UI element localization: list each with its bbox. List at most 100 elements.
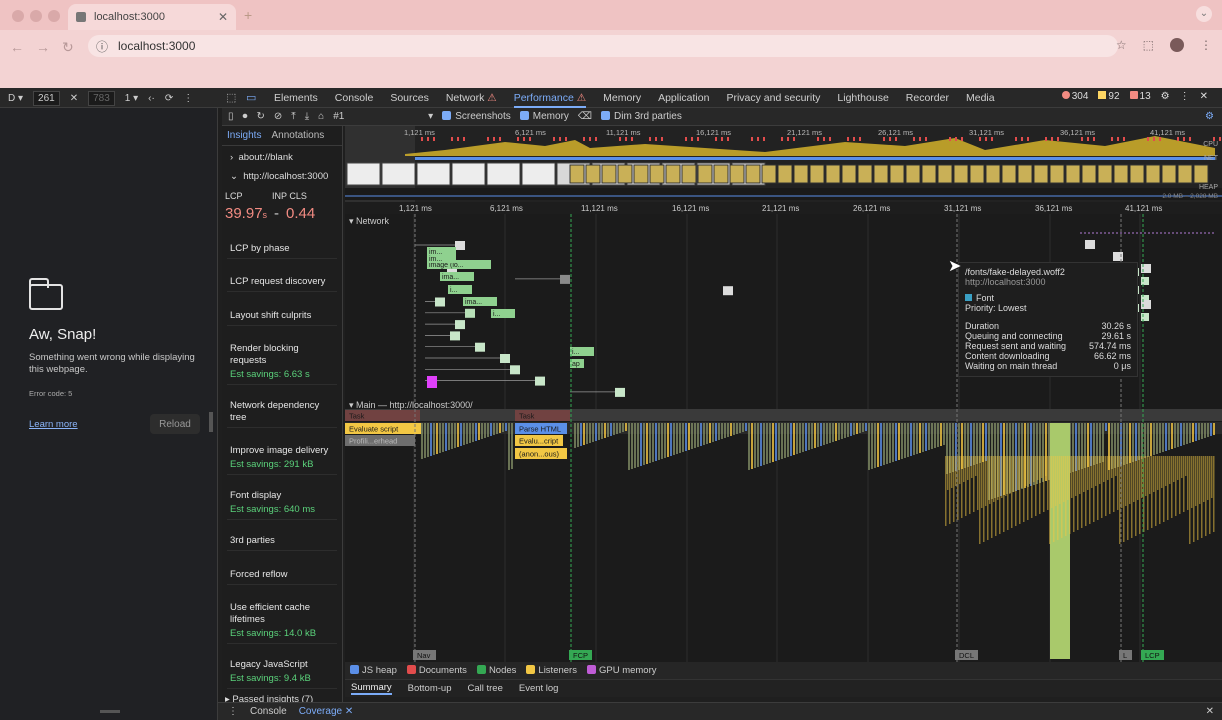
tab-network[interactable]: Network ⚠ — [446, 92, 497, 104]
insight-item[interactable]: Improve image delivery Est savings: 291 k… — [227, 442, 337, 475]
browser-tab[interactable]: localhost:3000 ✕ — [68, 4, 236, 30]
tab-memory[interactable]: Memory — [603, 92, 641, 104]
nav-localhost[interactable]: ⌄ http://localhost:3000 — [230, 171, 328, 182]
insight-item[interactable]: 3rd parties — [227, 532, 337, 551]
dim3p-checkbox[interactable]: Dim 3rd parties — [601, 111, 682, 122]
reload-record-icon[interactable]: ↻ — [257, 111, 265, 122]
network-request-label: im... — [429, 256, 442, 263]
main-thread-activity — [1033, 456, 1035, 482]
timeline-panel[interactable]: 1,121 ms 6,121 ms 11,121 ms 16,121 ms 21,121… — [345, 126, 1222, 662]
minimize-window-icon[interactable] — [30, 10, 42, 22]
close-devtools-icon[interactable]: ✕ — [1200, 91, 1208, 102]
long-task-marker — [589, 137, 591, 141]
main-thread-activity — [481, 423, 483, 439]
screenshots-checkbox[interactable]: Screenshots — [442, 111, 511, 122]
upload-icon[interactable]: ⤒ — [291, 111, 295, 122]
tab-call-tree[interactable]: Call tree — [467, 683, 502, 694]
insight-item[interactable]: Font display Est savings: 640 ms — [227, 487, 337, 520]
tab-annotations[interactable]: Annotations — [271, 130, 324, 141]
long-task-marker — [619, 137, 621, 141]
tab-lighthouse[interactable]: Lighthouse — [837, 92, 888, 104]
network-track-label[interactable]: ▾ Network — [349, 216, 389, 227]
learn-more-link[interactable]: Learn more — [29, 419, 78, 430]
screenshot-thumbnail — [649, 164, 665, 184]
profile-avatar[interactable] — [1170, 38, 1184, 52]
device-toggle-icon[interactable]: ▭ — [246, 91, 256, 104]
record-icon[interactable]: ⏺ — [243, 111, 248, 122]
back-icon[interactable]: ← — [10, 39, 24, 55]
tab-console[interactable]: Console — [335, 92, 374, 104]
track-listeners[interactable]: Listeners — [526, 665, 577, 676]
close-tab-icon[interactable]: ✕ — [218, 10, 228, 24]
recording-select[interactable]: #1 ▾ — [333, 111, 433, 122]
gc-icon[interactable]: ⌫ — [578, 111, 592, 122]
height-input[interactable]: 783 — [88, 90, 115, 106]
tab-application[interactable]: Application — [658, 92, 709, 104]
extensions-icon[interactable]: ⬚ — [1143, 38, 1154, 52]
tab-insights[interactable]: Insights — [227, 130, 261, 141]
rotate-icon[interactable]: ⟳ — [165, 93, 173, 104]
drawer-menu-icon[interactable]: ⋮ — [228, 706, 238, 717]
insight-item[interactable]: Layout shift culprits — [227, 307, 337, 326]
home-icon[interactable]: ⌂ — [318, 111, 324, 122]
maximize-window-icon[interactable] — [48, 10, 60, 22]
issue-counters[interactable]: 304 92 13 ⚙ ⋮ ✕ — [1061, 91, 1208, 102]
sidebar-toggle-icon[interactable]: ▯ — [228, 111, 234, 122]
forward-icon[interactable]: → — [36, 39, 50, 55]
tab-privacy[interactable]: Privacy and security — [726, 92, 820, 104]
close-window-icon[interactable] — [12, 10, 24, 22]
tab-search-icon[interactable]: ⌄ — [1196, 6, 1212, 22]
clear-icon[interactable]: ⊘ — [274, 111, 282, 122]
drawer-tab-coverage[interactable]: Coverage ✕ — [299, 706, 354, 717]
site-info-icon[interactable]: ⓘ — [96, 38, 108, 55]
main-thread-activity — [1019, 456, 1021, 524]
more-options-icon[interactable]: ⋮ — [183, 93, 193, 104]
reload-icon[interactable]: ↻ — [62, 39, 74, 56]
resize-handle[interactable] — [209, 412, 213, 432]
menu-icon[interactable]: ⋮ — [1200, 38, 1212, 52]
nav-about-blank[interactable]: › about://blank — [230, 152, 293, 163]
tooltip-priority: Priority: Lowest — [965, 303, 1027, 313]
tab-bottom-up[interactable]: Bottom-up — [408, 683, 452, 694]
zoom-dropdown[interactable]: 1 ▾ — [125, 93, 138, 104]
tab-elements[interactable]: Elements — [274, 92, 318, 104]
track-documents[interactable]: Documents — [406, 665, 467, 676]
download-icon[interactable]: ⤓ — [305, 111, 309, 122]
drawer-tab-console[interactable]: Console — [250, 706, 287, 717]
resize-handle[interactable] — [100, 710, 120, 713]
reload-button[interactable]: Reload — [150, 414, 200, 434]
screenshot-thumbnail — [1017, 164, 1033, 184]
memory-checkbox[interactable]: Memory — [519, 111, 569, 122]
track-gpu-memory[interactable]: GPU memory — [586, 665, 657, 676]
more-icon[interactable]: ⋮ — [1180, 91, 1190, 102]
timeline-canvas[interactable]: 1,121 ms 6,121 ms 11,121 ms 16,121 ms 21,121… — [345, 126, 1222, 662]
insight-item[interactable]: LCP by phase — [227, 240, 337, 259]
insight-item[interactable]: LCP request discovery — [227, 273, 337, 292]
insight-item[interactable]: Render blocking requests Est savings: 6.6… — [227, 340, 337, 385]
tab-performance[interactable]: Performance ⚠ — [513, 89, 587, 108]
close-drawer-icon[interactable]: ✕ — [1206, 706, 1214, 717]
main-thread-activity — [1198, 423, 1200, 440]
bookmark-star-icon[interactable]: ☆ — [1116, 38, 1127, 52]
insight-item[interactable]: Network dependency tree — [227, 397, 337, 428]
inspect-icon[interactable]: ⬚ — [226, 91, 236, 104]
track-nodes[interactable]: Nodes — [476, 665, 516, 676]
long-task-marker — [517, 137, 519, 141]
tab-recorder[interactable]: Recorder — [906, 92, 949, 104]
insight-item[interactable]: Use efficient cache lifetimes Est savings… — [227, 599, 337, 644]
width-input[interactable]: 261 — [33, 90, 60, 106]
capture-settings-icon[interactable]: ⚙ — [1205, 111, 1214, 122]
insight-item[interactable]: Forced reflow — [227, 566, 337, 585]
address-bar[interactable]: ⓘ localhost:3000 — [88, 35, 1118, 57]
tab-media[interactable]: Media — [966, 92, 995, 104]
throttle-icon[interactable]: ‹· — [148, 93, 155, 104]
tab-sources[interactable]: Sources — [390, 92, 429, 104]
new-tab-icon[interactable]: + — [244, 7, 252, 23]
tab-event-log[interactable]: Event log — [519, 683, 559, 694]
dimensions-dropdown[interactable]: D ▾ — [8, 93, 23, 104]
insight-item[interactable]: Legacy JavaScript Est savings: 9.4 kB — [227, 656, 337, 689]
track-js-heap[interactable]: JS heap — [350, 665, 397, 676]
main-track-label[interactable]: ▾ Main — http://localhost:3000/ — [349, 400, 473, 411]
settings-icon[interactable]: ⚙ — [1161, 91, 1170, 102]
tab-summary[interactable]: Summary — [351, 682, 392, 695]
